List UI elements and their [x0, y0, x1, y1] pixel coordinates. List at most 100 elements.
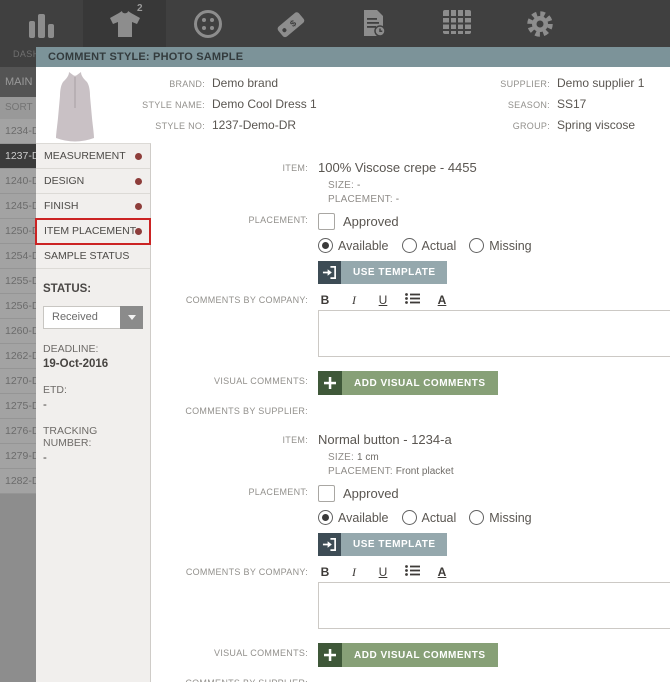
item-label: ITEM: — [152, 432, 318, 447]
underline-button[interactable]: U — [376, 293, 390, 308]
season-label: SEASON: — [443, 100, 550, 110]
use-template-button[interactable]: USE TEMPLATE — [318, 533, 447, 556]
approved-checkbox[interactable] — [318, 213, 335, 230]
modal-title: COMMENT STYLE: PHOTO SAMPLE — [36, 47, 670, 67]
company-comments-textarea[interactable] — [318, 582, 670, 629]
add-visual-comments-button[interactable]: ADD VISUAL COMMENTS — [318, 643, 498, 667]
placement-info-value: Front placket — [396, 466, 454, 477]
bold-button[interactable]: B — [318, 293, 332, 308]
size-info: SIZE:1 cm — [328, 451, 670, 465]
list-item: 1234-D — [0, 119, 36, 144]
document-icon — [361, 9, 387, 44]
placement-info-label: PLACEMENT: — [328, 194, 393, 205]
radio-actual[interactable]: Actual — [402, 238, 457, 253]
item-section-2: ITEM: Normal button - 1234-a SIZE:1 cm P… — [152, 432, 670, 682]
font-color-button[interactable]: A — [435, 565, 449, 580]
deadline-value: 19-Oct-2016 — [43, 358, 143, 370]
list-item: 1270-D — [0, 369, 36, 394]
list-item: 1282-D — [0, 469, 36, 494]
supplier-value: Demo supplier 1 — [557, 76, 644, 90]
red-status-dot — [135, 228, 142, 235]
underline-button[interactable]: U — [376, 565, 390, 580]
tracking-number-value: - — [43, 452, 143, 464]
text-format-toolbar: B I U A — [318, 564, 670, 580]
group-label: GROUP: — [443, 121, 550, 131]
tshirt-icon — [108, 9, 142, 44]
italic-button[interactable]: I — [347, 293, 361, 308]
sidebar-item-item-placement[interactable]: ITEM PLACEMENT — [36, 219, 150, 244]
approved-checkbox[interactable] — [318, 485, 335, 502]
style-no-value: 1237-Demo-DR — [212, 118, 296, 132]
visual-comments-label: VISUAL COMMENTS: — [152, 371, 318, 395]
list-item: 1250-D — [0, 219, 36, 244]
item-value: Normal button - 1234-a — [318, 432, 670, 447]
list-icon[interactable] — [405, 565, 420, 580]
group-value: Spring viscose — [557, 118, 635, 132]
size-info: SIZE:- — [328, 179, 670, 193]
sidebar-item-sample-status[interactable]: SAMPLE STATUS — [36, 244, 150, 269]
italic-button[interactable]: I — [347, 565, 361, 580]
list-item: 1254-D — [0, 244, 36, 269]
list-item: 1279-D — [0, 444, 36, 469]
radio-circle — [469, 510, 484, 525]
size-value: 1 cm — [357, 452, 379, 463]
plus-icon — [318, 371, 342, 395]
text-format-toolbar: B I U A — [318, 292, 670, 308]
radio-circle — [318, 510, 333, 525]
comments-by-supplier-label: COMMENTS BY SUPPLIER: — [152, 675, 318, 682]
list-item: 1262-D — [0, 344, 36, 369]
background-main-header: MAIN — [0, 67, 36, 97]
import-icon — [318, 533, 341, 556]
list-item: 1255-D — [0, 269, 36, 294]
sidebar-item-measurement[interactable]: MEASUREMENT — [36, 144, 150, 169]
background-style-list: MAIN SORT 1234-D 1237-D 1240-D 1245-D 12… — [0, 67, 36, 682]
list-item: 1245-D — [0, 194, 36, 219]
size-label: SIZE: — [328, 180, 354, 191]
supplier-label: SUPPLIER: — [443, 79, 550, 89]
price-tag-icon: $ — [275, 9, 307, 44]
comments-by-company-label: COMMENTS BY COMPANY: — [152, 292, 318, 308]
visual-comments-label: VISUAL COMMENTS: — [152, 643, 318, 667]
list-icon[interactable] — [405, 293, 420, 308]
red-status-dot — [135, 203, 142, 210]
sidebar-item-design[interactable]: DESIGN — [36, 169, 150, 194]
radio-circle — [402, 510, 417, 525]
approved-label: Approved — [343, 486, 399, 501]
radio-actual[interactable]: Actual — [402, 510, 457, 525]
style-info-header: BRAND:Demo brand STYLE NAME:Demo Cool Dr… — [36, 67, 670, 143]
use-template-button[interactable]: USE TEMPLATE — [318, 261, 447, 284]
season-value: SS17 — [557, 97, 586, 111]
company-comments-textarea[interactable] — [318, 310, 670, 357]
sidebar-item-label: MEASUREMENT — [44, 150, 126, 162]
list-item: 1256-D — [0, 294, 36, 319]
comment-style-modal: COMMENT STYLE: PHOTO SAMPLE BRAND:Demo b… — [36, 47, 670, 682]
radio-missing[interactable]: Missing — [469, 238, 531, 253]
placement-content: ITEM: 100% Viscose crepe - 4455 SIZE:- P… — [152, 143, 670, 682]
etd-value: - — [43, 399, 143, 411]
list-item: 1260-D — [0, 319, 36, 344]
status-label: STATUS: — [43, 283, 143, 295]
brand-value: Demo brand — [212, 76, 278, 90]
radio-circle — [469, 238, 484, 253]
add-visual-comments-button[interactable]: ADD VISUAL COMMENTS — [318, 371, 498, 395]
etd-label: ETD: — [43, 384, 143, 396]
radio-available[interactable]: Available — [318, 510, 389, 525]
font-color-button[interactable]: A — [435, 293, 449, 308]
placement-info-label: PLACEMENT: — [328, 466, 393, 477]
placement-info: PLACEMENT:Front placket — [328, 465, 670, 479]
radio-missing[interactable]: Missing — [469, 510, 531, 525]
chevron-down-icon[interactable] — [120, 306, 143, 329]
bold-button[interactable]: B — [318, 565, 332, 580]
radio-circle — [318, 238, 333, 253]
item-value: 100% Viscose crepe - 4455 — [318, 160, 670, 175]
tracking-number-label: TRACKING NUMBER: — [43, 425, 143, 449]
sidebar-item-finish[interactable]: FINISH — [36, 194, 150, 219]
placement-label: PLACEMENT: — [152, 213, 318, 230]
size-value: - — [357, 180, 360, 191]
radio-available[interactable]: Available — [318, 238, 389, 253]
list-item-selected: 1237-D — [0, 144, 36, 169]
status-dropdown[interactable]: Received — [43, 306, 143, 329]
import-icon — [318, 261, 341, 284]
deadline-label: DEADLINE: — [43, 343, 143, 355]
placement-label: PLACEMENT: — [152, 485, 318, 502]
